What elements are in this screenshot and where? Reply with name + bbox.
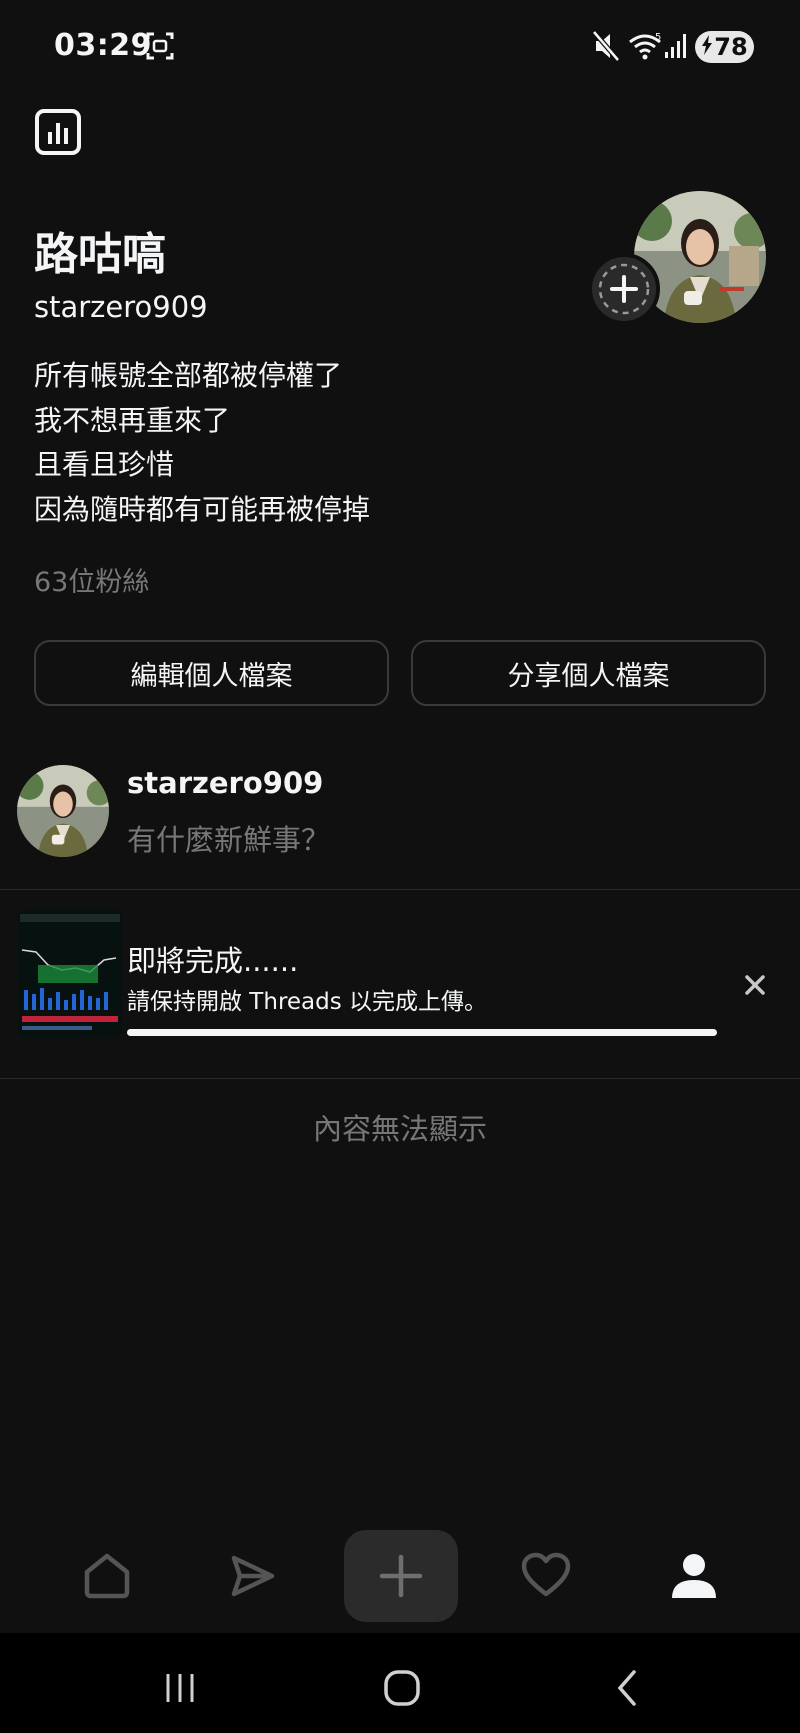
composer-avatar	[17, 765, 109, 857]
home-icon	[84, 1553, 130, 1599]
bio-line: 我不想再重來了	[34, 403, 231, 437]
divider	[0, 889, 800, 890]
status-bar: 03:29 5 78	[0, 0, 800, 96]
nav-activity[interactable]	[491, 1520, 601, 1632]
upload-title: 即將完成......	[127, 944, 299, 978]
nav-send[interactable]	[197, 1520, 307, 1632]
signal-icon	[664, 30, 690, 66]
bio-line: 因為隨時都有可能再被停掉	[34, 492, 371, 526]
send-icon	[231, 1555, 275, 1597]
mute-icon	[592, 30, 620, 66]
status-time: 03:29	[54, 28, 152, 63]
empty-feed-message: 內容無法顯示	[312, 1112, 487, 1146]
profile-bio: 所有帳號全部都被停權了 我不想再重來了 且看且珍惜 因為隨時都有可能再被停掉	[34, 354, 370, 532]
upload-thumbnail	[18, 910, 122, 1038]
insights-icon[interactable]	[34, 108, 82, 156]
bio-line: 所有帳號全部都被停權了	[34, 359, 343, 392]
divider	[0, 1078, 800, 1079]
nav-profile[interactable]	[639, 1520, 749, 1632]
close-icon[interactable]	[740, 970, 770, 1000]
upload-progress-bar	[127, 1029, 717, 1036]
add-story-button[interactable]	[588, 253, 660, 325]
profile-username: starzero909	[34, 290, 208, 324]
plus-icon	[598, 263, 650, 315]
back-icon[interactable]	[598, 1663, 658, 1713]
composer-input[interactable]: 有什麼新鮮事？	[127, 817, 330, 859]
svg-text:5: 5	[655, 32, 661, 43]
create-icon	[379, 1554, 423, 1598]
upload-subtitle: 請保持開啟 Threads 以完成上傳。	[127, 989, 488, 1015]
followers-count[interactable]: 63位粉絲	[34, 560, 149, 599]
system-nav-bar	[0, 1633, 800, 1733]
battery-charging-icon	[701, 33, 713, 61]
display-name: 路咕嗃	[34, 229, 166, 280]
composer-username: starzero909	[127, 766, 324, 800]
wifi-icon: 5	[628, 30, 664, 66]
upload-progress-fill	[127, 1029, 717, 1036]
screenshot-icon	[146, 30, 174, 66]
edit-profile-button[interactable]: 編輯個人檔案	[34, 640, 389, 706]
battery-indicator: 78	[695, 31, 754, 63]
battery-level: 78	[714, 33, 748, 61]
nav-create[interactable]	[344, 1530, 458, 1622]
nav-home[interactable]	[52, 1520, 162, 1632]
share-profile-button[interactable]: 分享個人檔案	[411, 640, 766, 706]
bottom-nav	[0, 1520, 800, 1632]
home-button-icon[interactable]	[372, 1663, 432, 1713]
recents-icon[interactable]	[150, 1663, 210, 1713]
heart-icon	[521, 1552, 571, 1597]
profile-icon	[672, 1554, 716, 1598]
bio-line: 且看且珍惜	[34, 448, 175, 481]
